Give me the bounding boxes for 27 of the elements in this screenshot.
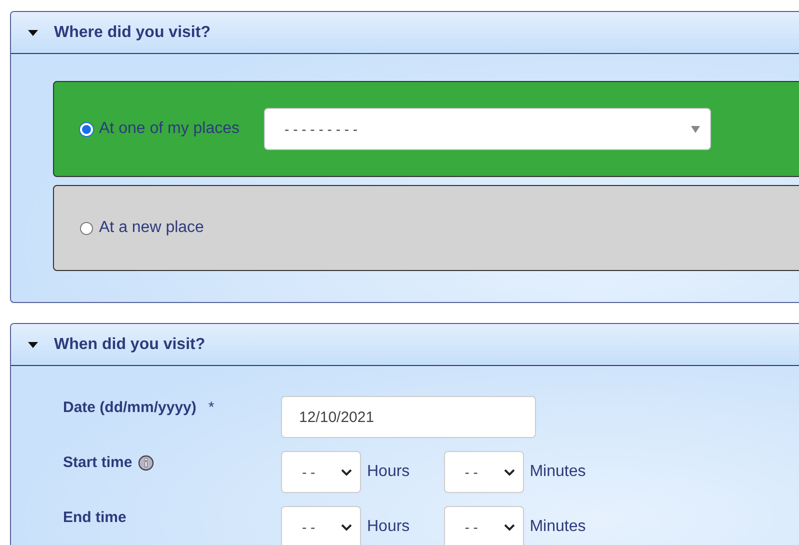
option-label: At one of my places <box>99 120 240 138</box>
hours-dropdown[interactable]: - - <box>281 506 361 545</box>
minutes-dropdown[interactable]: - - <box>444 451 524 493</box>
chevron-down-icon <box>504 524 515 530</box>
unit-label: Hours <box>367 463 410 481</box>
field-label: Start time <box>63 454 132 471</box>
unit-label: Minutes <box>530 463 586 481</box>
place-dropdown[interactable]: - - - - - - - - - <box>264 108 711 150</box>
panel-header[interactable]: When did you visit? <box>11 324 799 366</box>
hours-dropdown[interactable]: - - <box>281 451 361 493</box>
date-input[interactable]: 12/10/2021 <box>281 396 536 438</box>
unit-label: Minutes <box>530 518 586 536</box>
panel-title: When did you visit? <box>54 336 206 354</box>
field-label: Date (dd/mm/yyyy) <box>63 399 196 416</box>
radio-button[interactable] <box>80 222 93 234</box>
minutes-dropdown[interactable]: - - <box>444 506 524 545</box>
required-mark: * <box>208 399 214 416</box>
chevron-down-icon <box>504 468 515 476</box>
dropdown-arrow-icon <box>690 126 700 132</box>
panel-header[interactable]: Where did you visit? <box>11 12 799 54</box>
unit-label: Hours <box>367 518 410 536</box>
chevron-down-icon <box>341 468 352 476</box>
field-label: End time <box>63 509 126 526</box>
panel-title: Where did you visit? <box>54 24 210 42</box>
info-icon[interactable] <box>138 454 154 470</box>
option-label: At a new place <box>99 219 204 237</box>
chevron-down-icon <box>341 524 352 530</box>
